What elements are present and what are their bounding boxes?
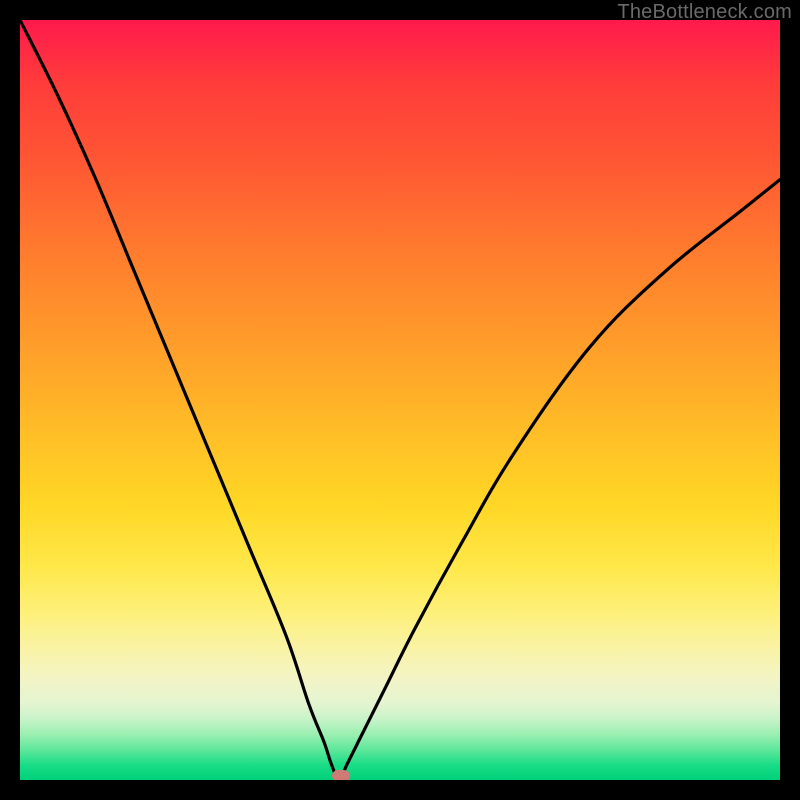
optimal-point-marker xyxy=(332,770,350,780)
plot-area xyxy=(20,20,780,780)
bottleneck-curve-path xyxy=(20,20,780,780)
curve-layer xyxy=(20,20,780,780)
chart-frame: TheBottleneck.com xyxy=(0,0,800,800)
watermark-text: TheBottleneck.com xyxy=(617,1,792,24)
